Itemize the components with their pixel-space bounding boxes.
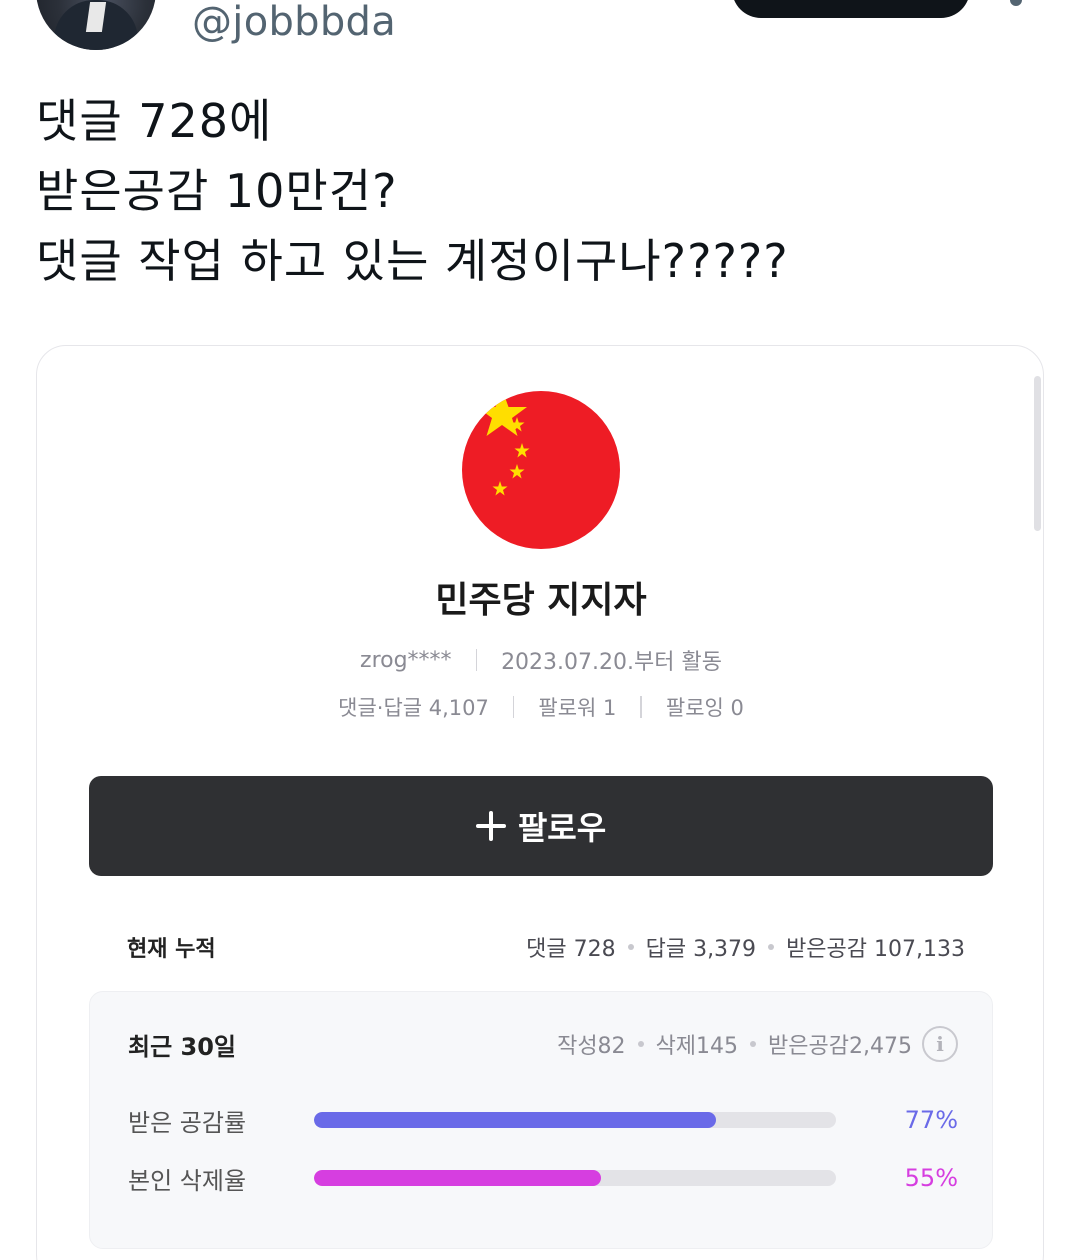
cumulative-replies: 답글 3,379: [645, 937, 757, 962]
scrollbar[interactable]: [1034, 376, 1041, 531]
metric-label: 본인 삭제율: [128, 1166, 247, 1195]
cumulative-values: 댓글 728 답글 3,379 받은공감 107,133: [526, 931, 965, 963]
profile-counts: 댓글·답글 4,107 팔로워 1 팔로잉 0: [37, 692, 1043, 722]
recent-values: 작성82 삭제145 받은공감2,475 i: [557, 1026, 958, 1062]
tweet-line: 받은공감 10만건?: [36, 164, 398, 218]
dot-separator: [627, 944, 634, 950]
comments-replies-count[interactable]: 댓글·답글 4,107: [338, 692, 489, 722]
follow-button-top[interactable]: [732, 0, 970, 18]
user-id: zrog****: [360, 647, 452, 673]
profile-meta: zrog**** 2023.07.20.부터 활동: [37, 644, 1043, 676]
dot-separator: [637, 1041, 644, 1047]
recent-header: 최근 30일 작성82 삭제145 받은공감2,475 i: [128, 1026, 958, 1062]
metric-delete-rate: 본인 삭제율 55%: [128, 1158, 958, 1198]
follow-button-label: 팔로우: [517, 809, 607, 847]
recent-deleted: 삭제145: [655, 1034, 739, 1059]
tweet-line: 댓글 작업 하고 있는 계정이구나?????: [36, 234, 789, 288]
user-handle[interactable]: @jobbbda: [192, 0, 396, 44]
follow-button[interactable]: 팔로우: [89, 776, 993, 876]
metric-value: 55%: [904, 1164, 958, 1192]
china-flag-icon: [462, 391, 620, 549]
tweet-body: 댓글 728에 받은공감 10만건? 댓글 작업 하고 있는 계정이구나????…: [36, 86, 1046, 296]
recent-likes: 받은공감2,475: [768, 1034, 912, 1059]
active-since: 2023.07.20.부터 활동: [501, 650, 722, 675]
following-count[interactable]: 팔로잉 0: [666, 692, 744, 722]
cumulative-likes: 받은공감 107,133: [786, 937, 965, 962]
divider: [640, 696, 642, 718]
progress-track: [314, 1112, 836, 1128]
recent-label: 최근 30일: [128, 1032, 236, 1061]
dot-separator: [750, 1041, 757, 1047]
divider: [475, 649, 478, 671]
recent-written: 작성82: [557, 1034, 626, 1059]
divider: [512, 696, 515, 718]
tweet-line: 댓글 728에: [36, 94, 273, 148]
progress-fill: [314, 1170, 602, 1186]
progress-fill: [314, 1112, 716, 1128]
profile-name: 민주당 지지자: [435, 580, 647, 621]
metric-like-rate: 받은 공감률 77%: [128, 1100, 958, 1140]
dot-separator: [768, 944, 775, 950]
info-icon[interactable]: i: [922, 1026, 958, 1062]
recent-30-days-panel: 최근 30일 작성82 삭제145 받은공감2,475 i 받은 공감률 77%: [89, 991, 993, 1249]
progress-track: [314, 1170, 836, 1186]
cumulative-stats: 현재 누적 댓글 728 답글 3,379 받은공감 107,133: [127, 931, 965, 963]
attached-image-card[interactable]: 민주당 지지자 zrog**** 2023.07.20.부터 활동 댓글·답글 …: [36, 345, 1044, 1260]
more-options-icon[interactable]: [1010, 0, 1022, 6]
tweet-screenshot: @jobbbda 댓글 728에 받은공감 10만건? 댓글 작업 하고 있는 …: [0, 0, 1080, 1260]
metric-label: 받은 공감률: [128, 1108, 247, 1137]
followers-count[interactable]: 팔로워 1: [538, 692, 616, 722]
metric-value: 77%: [904, 1106, 958, 1134]
cumulative-comments: 댓글 728: [526, 937, 616, 962]
user-avatar[interactable]: [36, 0, 156, 50]
cumulative-label: 현재 누적: [127, 937, 216, 962]
plus-icon: [475, 811, 506, 841]
